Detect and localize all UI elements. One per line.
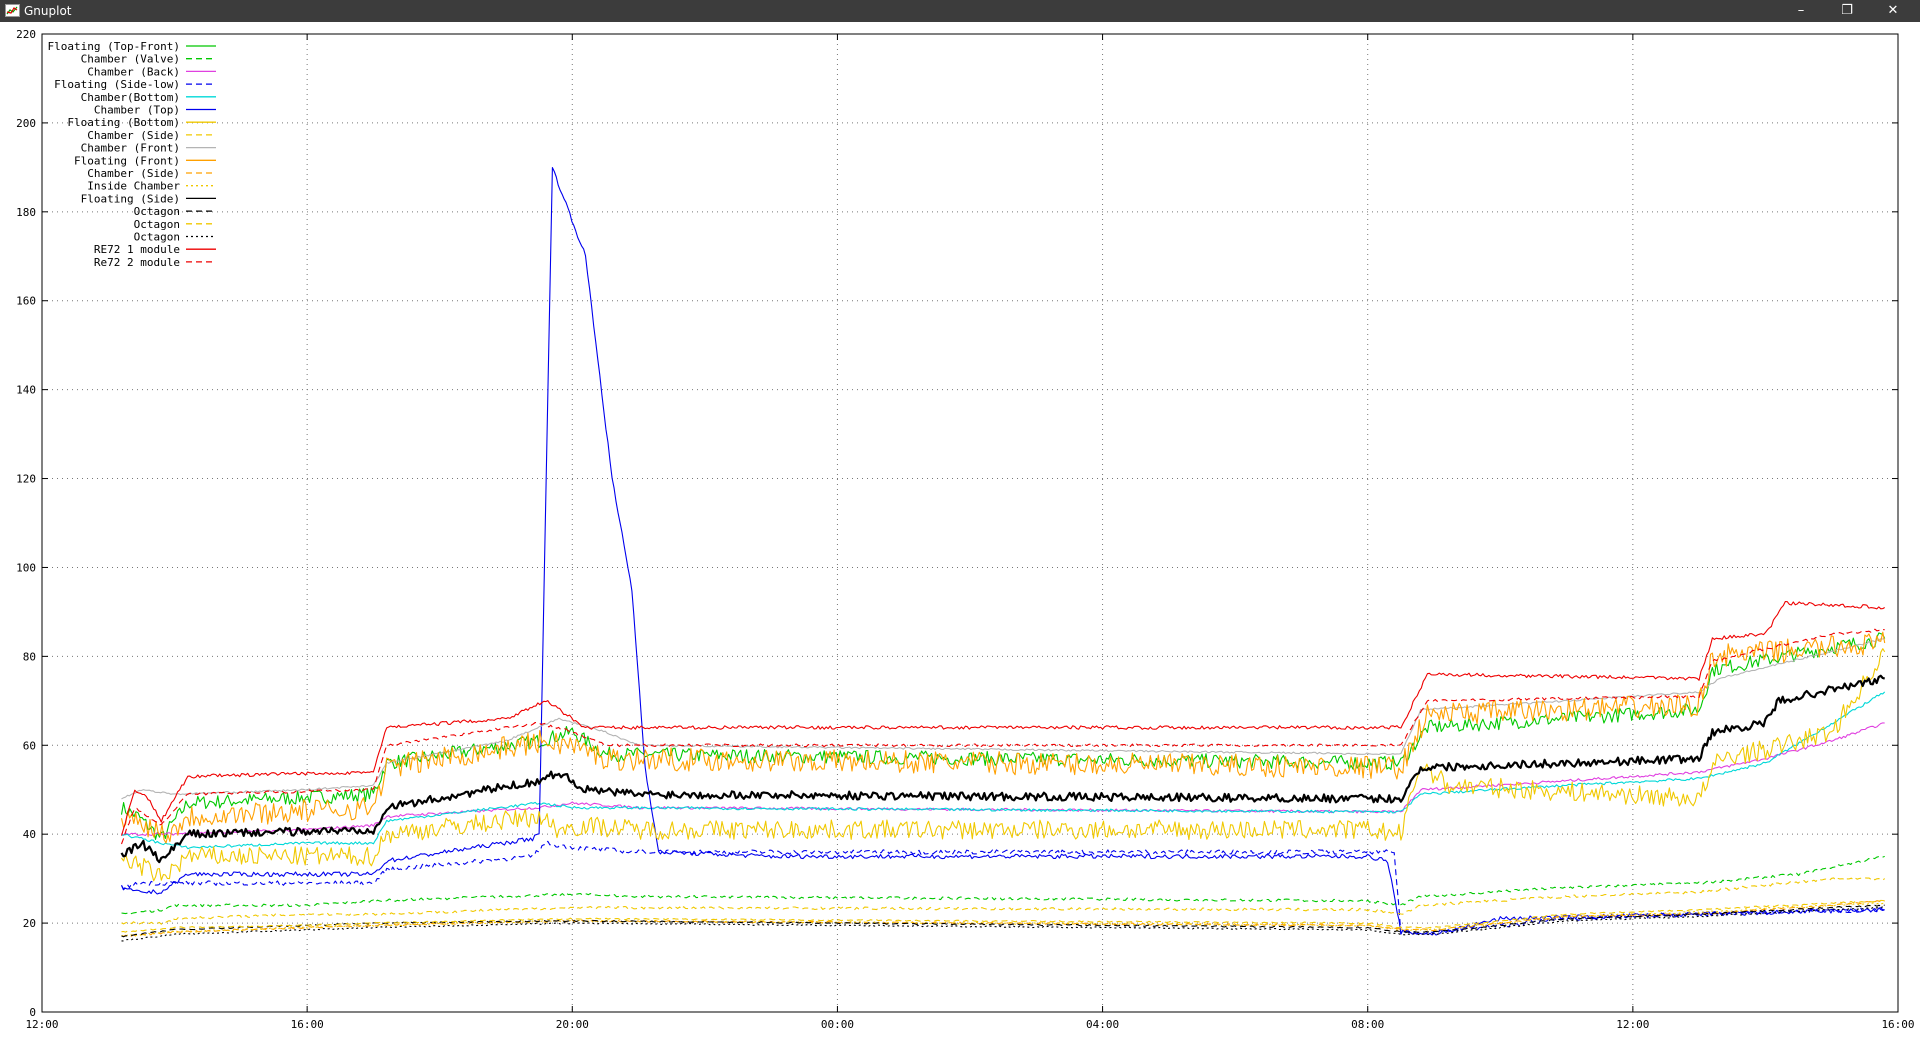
x-tick-label: 16:00 [1881,1018,1914,1031]
legend-label: Chamber (Front) [81,142,180,155]
legend-label: Floating (Front) [74,154,180,167]
y-tick-label: 100 [16,561,36,574]
series-line [120,632,1886,840]
legend-label: RE72 1 module [94,243,180,256]
series-line [121,840,1885,935]
minimize-icon: – [1797,3,1805,18]
legend-label: Chamber (Back) [87,65,180,78]
y-tick-label: 180 [16,206,36,219]
window-title: Gnuplot [24,4,72,18]
legend-label: Re72 2 module [94,256,180,269]
legend-label: Octagon [134,205,180,218]
x-tick-label: 20:00 [556,1018,589,1031]
y-tick-label: 200 [16,117,36,130]
legend-label: Chamber (Side) [87,167,180,180]
series-line [121,691,1886,850]
y-tick-label: 60 [23,739,36,752]
x-tick-label: 08:00 [1351,1018,1384,1031]
legend-label: Chamber (Valve) [81,53,180,66]
y-tick-label: 120 [16,473,36,486]
legend-label: Floating (Side-low) [54,78,180,91]
restore-button[interactable]: ❐ [1824,0,1870,22]
gnuplot-app-icon [5,4,20,17]
x-tick-label: 12:00 [1616,1018,1649,1031]
y-tick-label: 20 [23,917,36,930]
legend-label: Octagon [134,218,180,231]
y-tick-label: 40 [23,828,36,841]
legend-label: Inside Chamber [87,180,180,193]
y-tick-label: 160 [16,295,36,308]
legend-label: Floating (Bottom) [67,116,180,129]
line-chart: 02040608010012014016018020022012:00 16:00… [16,28,1914,1031]
x-tick-label: 04:00 [1086,1018,1119,1031]
legend-label: Chamber (Side) [87,129,180,142]
x-tick-label: 16:00 [291,1018,324,1031]
legend-label: Octagon [134,231,180,244]
series-line [121,638,1885,800]
series-line [121,722,1885,837]
x-tick-label: 12:00 [25,1018,58,1031]
plot-border [41,33,1899,1013]
window-titlebar: Gnuplot – ❐ ✕ [0,0,1920,22]
close-button[interactable]: ✕ [1870,0,1916,22]
legend-label: Chamber (Top) [94,104,180,117]
x-tick-label: 00:00 [821,1018,854,1031]
close-icon: ✕ [1887,3,1899,18]
y-tick-label: 80 [23,650,36,663]
legend-label: Floating (Top-Front) [48,40,180,53]
restore-icon: ❐ [1841,3,1853,18]
series-line [121,902,1885,938]
series-line [121,855,1885,916]
y-tick-label: 140 [16,384,36,397]
plot-area: 0 20 40 60 80 100 120 140 160 180 200 220 12:00 16:00… [0,22,1920,1038]
minimize-button[interactable]: – [1778,0,1824,22]
y-tick-label: 220 [16,28,36,41]
legend-label: Floating (Side) [81,192,180,205]
series-line [120,167,1885,936]
legend-label: Chamber(Bottom) [81,91,180,104]
